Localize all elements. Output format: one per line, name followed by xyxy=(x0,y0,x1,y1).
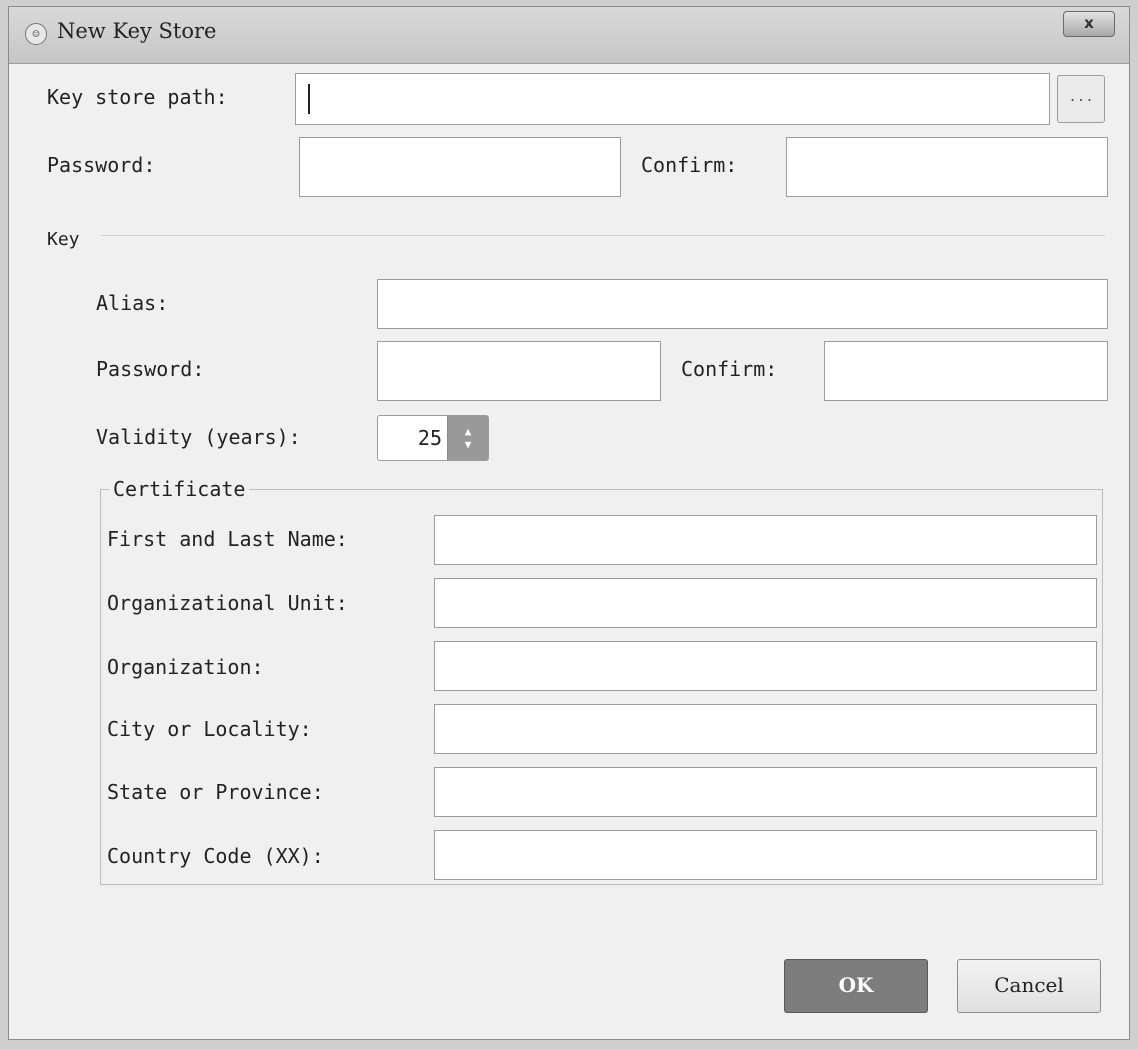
android-studio-icon: ☺ xyxy=(25,23,47,45)
city-input[interactable] xyxy=(434,704,1097,754)
first-last-name-label: First and Last Name: xyxy=(107,527,348,551)
organization-label: Organization: xyxy=(107,655,264,679)
key-confirm-input[interactable] xyxy=(824,341,1108,401)
text-caret xyxy=(308,84,310,114)
validity-spinner[interactable]: 25 ▲ ▼ xyxy=(377,415,489,461)
store-confirm-label: Confirm: xyxy=(641,153,738,177)
new-key-store-dialog: ☺ New Key Store x Key store path: ... Pa… xyxy=(8,6,1130,1040)
store-password-label: Password: xyxy=(47,153,156,177)
certificate-group-title: Certificate xyxy=(109,477,250,501)
browse-button[interactable]: ... xyxy=(1057,75,1105,123)
ok-button[interactable]: OK xyxy=(784,959,928,1013)
validity-label: Validity (years): xyxy=(96,425,301,449)
close-button[interactable]: x xyxy=(1063,11,1115,37)
org-unit-label: Organizational Unit: xyxy=(107,591,348,615)
alias-input[interactable] xyxy=(377,279,1108,329)
title-bar: ☺ New Key Store x xyxy=(9,7,1129,64)
store-password-input[interactable] xyxy=(299,137,621,197)
country-code-input[interactable] xyxy=(434,830,1097,880)
key-store-path-input[interactable] xyxy=(295,73,1050,125)
organization-input[interactable] xyxy=(434,641,1097,691)
window-title: New Key Store xyxy=(57,19,217,43)
key-section-label: Key xyxy=(47,229,80,250)
org-unit-input[interactable] xyxy=(434,578,1097,628)
key-password-label: Password: xyxy=(96,357,205,381)
key-password-input[interactable] xyxy=(377,341,661,401)
store-confirm-input[interactable] xyxy=(786,137,1108,197)
spinner-down-icon[interactable]: ▼ xyxy=(448,438,488,451)
alias-label: Alias: xyxy=(96,291,169,315)
first-last-name-input[interactable] xyxy=(434,515,1097,565)
section-divider xyxy=(101,235,1105,236)
key-store-path-label: Key store path: xyxy=(47,85,228,109)
validity-value: 25 xyxy=(417,426,442,450)
state-label: State or Province: xyxy=(107,780,324,804)
spinner-up-icon[interactable]: ▲ xyxy=(448,425,488,438)
cancel-button[interactable]: Cancel xyxy=(957,959,1101,1013)
country-code-label: Country Code (XX): xyxy=(107,844,324,868)
key-confirm-label: Confirm: xyxy=(681,357,778,381)
state-input[interactable] xyxy=(434,767,1097,817)
spinner-arrows-icon[interactable]: ▲ ▼ xyxy=(447,416,488,460)
city-label: City or Locality: xyxy=(107,717,312,741)
